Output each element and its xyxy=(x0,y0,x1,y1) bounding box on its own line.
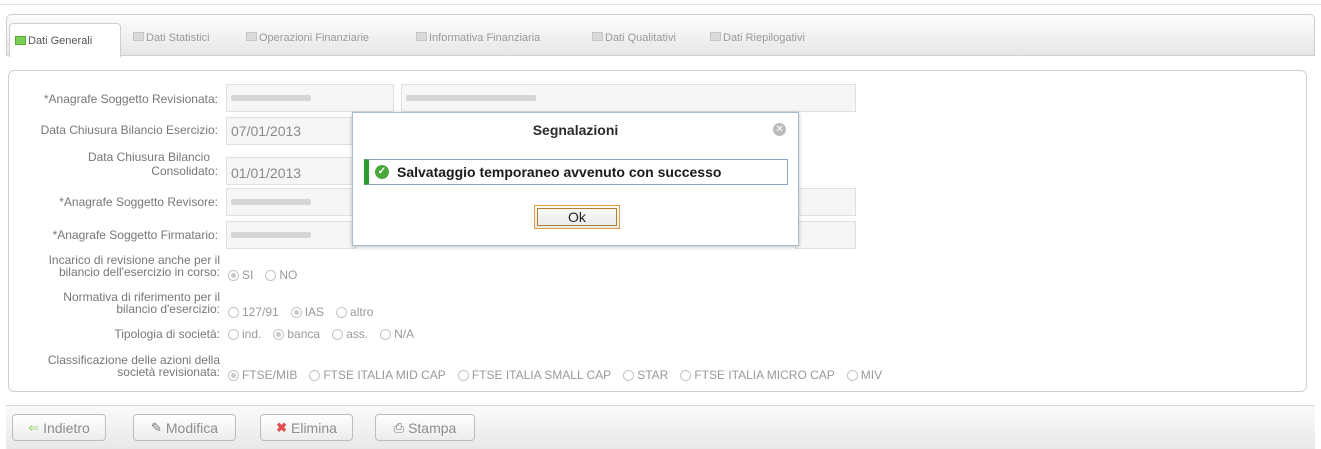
tab-icon xyxy=(710,32,721,41)
incarico-option-no[interactable]: NO xyxy=(265,268,297,282)
classificazione-option-miv[interactable]: MIV xyxy=(846,368,882,382)
check-icon: ✓ xyxy=(375,165,389,179)
tab-dati-riepilogativi[interactable]: Dati Riepilogativi xyxy=(705,21,835,57)
tab-dati-statistici[interactable]: Dati Statistici xyxy=(128,21,236,57)
classificazione-radio-group: FTSE/MIB FTSE ITALIA MID CAP FTSE ITALIA… xyxy=(228,368,894,382)
redacted-value xyxy=(406,95,536,101)
redacted-value xyxy=(231,95,311,101)
normativa-label: Normativa di riferimento per il bilancio… xyxy=(63,290,220,316)
radio-button[interactable] xyxy=(680,369,692,381)
classificazione-option-star[interactable]: STAR xyxy=(623,368,668,382)
tipologia-option-ind[interactable]: ind. xyxy=(228,327,261,341)
radio-button[interactable] xyxy=(228,369,239,381)
redacted-value xyxy=(231,232,311,238)
incarico-label: Incarico di revisione anche per il bilan… xyxy=(48,253,220,279)
incarico-radio-group: SI NO xyxy=(228,268,309,282)
redacted-value xyxy=(231,199,311,205)
anagrafe-revisore-name-field[interactable] xyxy=(795,188,856,216)
data-chiusura-esercizio-label: Data Chiusura Bilancio Esercizio: xyxy=(40,123,218,137)
back-button[interactable]: ⇐ Indietro xyxy=(12,414,106,441)
anagrafe-revisionata-label: *Anagrafe Soggetto Revisionata: xyxy=(43,92,218,106)
tipologia-radio-group: ind. banca ass. N/A xyxy=(228,327,426,341)
incarico-option-si[interactable]: SI xyxy=(228,268,253,282)
radio-button[interactable] xyxy=(380,328,392,340)
normativa-option-127-91[interactable]: 127/91 xyxy=(228,305,279,319)
radio-button[interactable] xyxy=(273,328,285,340)
segnalazioni-dialog: Segnalazioni ✕ ✓ Salvataggio temporaneo … xyxy=(352,112,799,246)
normativa-option-ias[interactable]: IAS xyxy=(290,305,324,319)
radio-button[interactable] xyxy=(228,328,239,340)
delete-button[interactable]: ✖ Elimina xyxy=(260,414,353,441)
tipologia-option-na[interactable]: N/A xyxy=(380,327,414,341)
classificazione-option-ftse-mib[interactable]: FTSE/MIB xyxy=(228,368,297,382)
top-border xyxy=(0,4,1321,5)
tab-bar: Dati Generali Dati Statistici Operazioni… xyxy=(6,14,1315,57)
anagrafe-revisore-code-field[interactable] xyxy=(226,188,356,216)
radio-button[interactable] xyxy=(265,269,277,281)
classificazione-option-micro-cap[interactable]: FTSE ITALIA MICRO CAP xyxy=(680,368,835,382)
tab-dati-generali[interactable]: Dati Generali xyxy=(9,23,121,57)
close-icon[interactable]: ✕ xyxy=(773,123,786,136)
tipologia-option-ass[interactable]: ass. xyxy=(332,327,368,341)
ok-button[interactable]: Ok xyxy=(534,205,620,229)
radio-button[interactable] xyxy=(336,306,348,318)
dialog-title: Segnalazioni xyxy=(532,122,619,138)
radio-button[interactable] xyxy=(623,369,635,381)
footer-toolbar: ⇐ Indietro ✎ Modifica ✖ Elimina ⎙ Stampa xyxy=(6,405,1315,449)
radio-button[interactable] xyxy=(228,306,239,318)
print-button[interactable]: ⎙ Stampa xyxy=(375,414,475,441)
tab-icon xyxy=(133,32,144,41)
back-arrow-icon: ⇐ xyxy=(28,419,40,435)
tab-informativa-finanziaria[interactable]: Informativa Finanziaria xyxy=(411,21,581,57)
tab-operazioni-finanziarie[interactable]: Operazioni Finanziarie xyxy=(241,21,406,57)
data-chiusura-consolidato-label: Data Chiusura Bilancio Consolidato: xyxy=(87,150,218,178)
radio-button[interactable] xyxy=(332,328,344,340)
tab-icon xyxy=(416,32,427,41)
anagrafe-revisionata-code-field[interactable] xyxy=(226,84,394,112)
pencil-icon: ✎ xyxy=(150,419,162,435)
edit-button[interactable]: ✎ Modifica xyxy=(133,414,236,441)
data-chiusura-esercizio-value: 07/01/2013 xyxy=(231,123,302,139)
classificazione-option-mid-cap[interactable]: FTSE ITALIA MID CAP xyxy=(309,368,446,382)
tab-icon xyxy=(592,32,603,41)
success-message: ✓ Salvataggio temporaneo avvenuto con su… xyxy=(364,159,788,185)
normativa-radio-group: 127/91 IAS altro xyxy=(228,305,385,319)
data-chiusura-consolidato-field[interactable]: 01/01/2013 xyxy=(226,157,356,185)
anagrafe-firmatario-label: *Anagrafe Soggetto Firmatario: xyxy=(52,228,218,242)
radio-button[interactable] xyxy=(309,369,321,381)
data-chiusura-consolidato-value: 01/01/2013 xyxy=(231,165,302,181)
anagrafe-revisore-label: *Anagrafe Soggetto Revisore: xyxy=(59,195,218,209)
classificazione-option-small-cap[interactable]: FTSE ITALIA SMALL CAP xyxy=(457,368,611,382)
radio-button[interactable] xyxy=(228,269,239,281)
radio-button[interactable] xyxy=(290,306,302,318)
anagrafe-firmatario-name-field[interactable] xyxy=(795,221,856,249)
tab-icon xyxy=(246,32,257,41)
tab-icon xyxy=(15,36,26,45)
anagrafe-revisionata-name-field[interactable] xyxy=(401,84,856,112)
tipologia-label: Tipologia di società: xyxy=(114,327,220,341)
delete-x-icon: ✖ xyxy=(276,419,287,435)
tipologia-option-banca[interactable]: banca xyxy=(273,327,320,341)
anagrafe-firmatario-code-field[interactable] xyxy=(226,221,356,249)
radio-button[interactable] xyxy=(846,369,858,381)
printer-icon: ⎙ xyxy=(393,419,405,435)
radio-button[interactable] xyxy=(457,369,469,381)
normativa-option-altro[interactable]: altro xyxy=(336,305,373,319)
tab-dati-qualitativi[interactable]: Dati Qualitativi xyxy=(587,21,699,57)
classificazione-label: Classificazione delle azioni della socie… xyxy=(47,353,220,379)
